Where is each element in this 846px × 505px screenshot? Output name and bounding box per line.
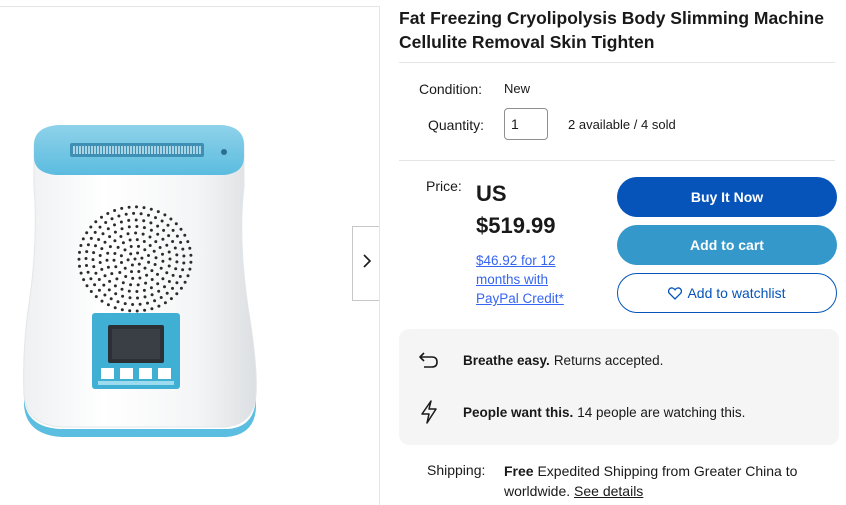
product-title: Fat Freezing Cryolipolysis Body Slimming… (399, 8, 824, 52)
price-amount: US $519.99 (476, 181, 556, 238)
product-image[interactable] (0, 7, 380, 505)
paypal-credit-link[interactable]: $46.92 for 12 months with PayPal Credit* (476, 251, 586, 308)
heart-icon (668, 286, 683, 300)
return-arrow-icon (411, 342, 447, 378)
quantity-label: Quantity: (428, 117, 485, 133)
condition-value: New (504, 81, 531, 96)
returns-highlight: Breathe easy. Returns accepted. (411, 342, 663, 378)
chevron-right-icon (361, 253, 373, 274)
condition-label: Condition: (419, 81, 483, 97)
watchers-highlight: People want this. 14 people are watching… (411, 394, 745, 430)
add-to-cart-button[interactable]: Add to cart (617, 225, 837, 265)
shipping-text: Expedited Shipping from Greater China to… (504, 463, 798, 499)
add-to-cart-label: Add to cart (690, 237, 764, 253)
lightning-icon (411, 394, 447, 430)
add-to-watchlist-button[interactable]: Add to watchlist (617, 273, 837, 313)
watchers-text: 14 people are watching this. (577, 404, 746, 420)
add-to-watchlist-label: Add to watchlist (687, 285, 786, 301)
shipping-details: Free Expedited Shipping from Greater Chi… (504, 461, 839, 501)
product-image-gallery (0, 6, 380, 505)
next-image-button[interactable] (352, 226, 379, 301)
returns-bold-text: Breathe easy. (463, 352, 550, 368)
quantity-input[interactable] (504, 108, 548, 140)
returns-text: Returns accepted. (553, 352, 664, 368)
buy-it-now-label: Buy It Now (690, 189, 764, 205)
price-label: Price: (426, 178, 462, 194)
highlights-panel: Breathe easy. Returns accepted. People w… (399, 329, 839, 445)
see-details-link[interactable]: See details (574, 483, 643, 499)
availability-text: 2 available / 4 sold (568, 117, 676, 132)
watchers-bold-text: People want this. (463, 404, 574, 420)
divider (399, 160, 835, 161)
divider (399, 62, 835, 63)
free-shipping-text: Free (504, 463, 534, 479)
shipping-label: Shipping: (427, 462, 486, 478)
buy-it-now-button[interactable]: Buy It Now (617, 177, 837, 217)
